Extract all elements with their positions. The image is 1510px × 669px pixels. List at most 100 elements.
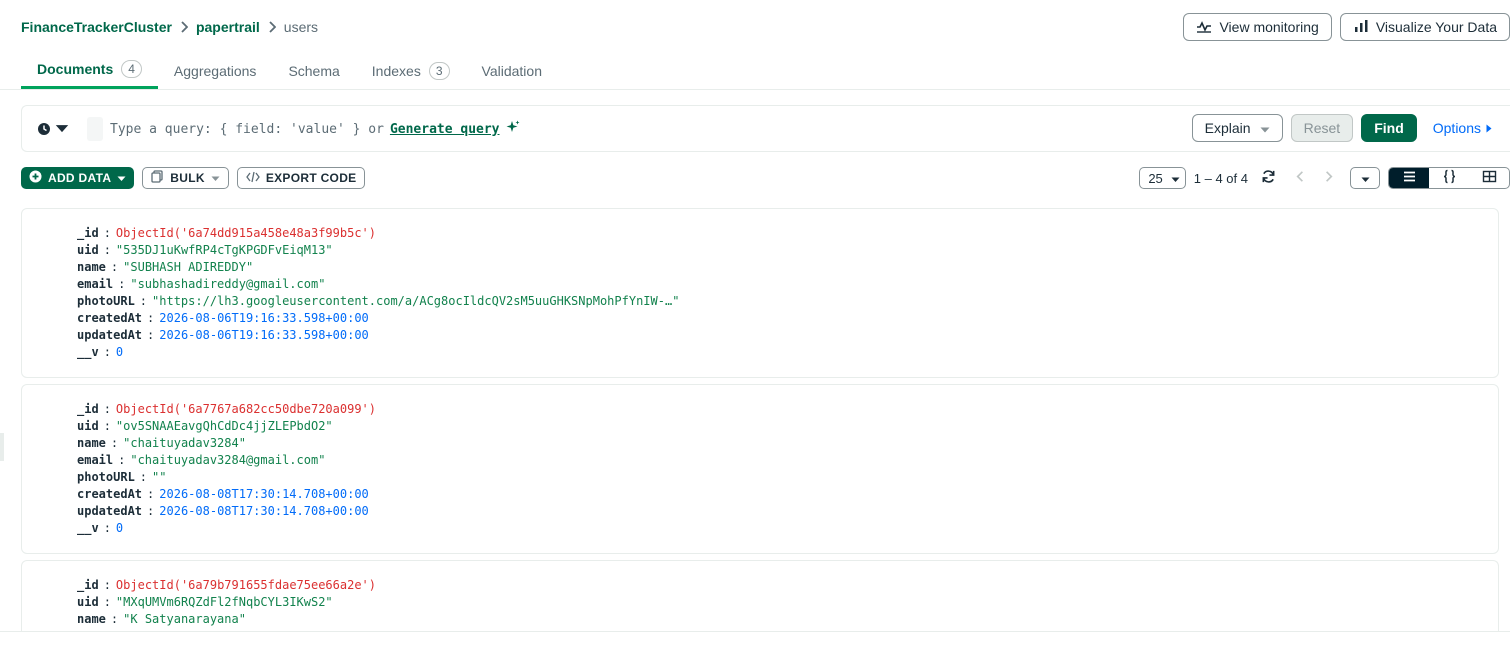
caret-down-icon (117, 171, 126, 185)
field-key: _id (77, 402, 99, 416)
view-monitoring-label: View monitoring (1219, 19, 1319, 35)
field-value: "https://lh3.googleusercontent.com/a/ACg… (152, 294, 680, 308)
document-field: uid: "MXqUMVm6RQZdFl2fNqbCYL3IKwS2" (77, 594, 1498, 611)
document-card[interactable]: _id: ObjectId('6a79b791655fdae75ee66a2e')… (21, 560, 1499, 640)
document-field: name: "K Satyanarayana" (77, 611, 1498, 628)
field-value: 0 (115, 521, 124, 535)
document-field: __v:0 (77, 520, 1498, 537)
field-separator: : (147, 504, 155, 518)
field-value: 2026-08-06T19:16:33.598+00:00 (159, 328, 369, 342)
caret-down-icon (1260, 120, 1270, 136)
next-page-button[interactable] (1314, 167, 1342, 189)
tab-documents-label: Documents (37, 61, 114, 77)
list-view-button[interactable] (1389, 168, 1429, 188)
tab-validation[interactable]: Validation (466, 52, 558, 89)
json-view-button[interactable] (1429, 168, 1469, 188)
field-key: __v (77, 345, 99, 359)
bulk-label: BULK (170, 171, 205, 185)
document-field: uid: "ov5SNAAEavgQhCdDc4jjZLEPbdO2" (77, 418, 1498, 435)
field-key: createdAt (77, 311, 143, 325)
refresh-button[interactable] (1254, 167, 1282, 189)
field-key: uid (77, 419, 99, 433)
document-field: createdAt:2026-08-06T19:16:33.598+00:00 (77, 310, 1498, 327)
document-card[interactable]: _id: ObjectId('6a7767a682cc50dbe720a099')… (21, 384, 1499, 554)
caret-down-icon (1171, 171, 1180, 186)
field-key: name (77, 436, 106, 450)
bulk-update-button[interactable]: BULK (142, 167, 229, 189)
breadcrumb-database[interactable]: papertrail (196, 19, 260, 35)
document-field: email: "subhashadireddy@gmail.com" (77, 276, 1498, 293)
field-key: photoURL (77, 470, 135, 484)
table-view-button[interactable] (1469, 168, 1509, 188)
view-options-dropdown[interactable] (1350, 167, 1380, 189)
tab-documents[interactable]: Documents 4 (21, 52, 158, 89)
field-value: "535DJ1uKwfRP4cTgKPGDFvEiqM13" (115, 243, 333, 257)
generate-query-link[interactable]: Generate query (390, 122, 500, 137)
reset-button[interactable]: Reset (1290, 114, 1354, 142)
tab-validation-label: Validation (481, 62, 542, 79)
tab-indexes-count: 3 (428, 61, 450, 80)
caret-down-icon (211, 171, 220, 185)
collection-header: FinanceTrackerCluster papertrail users V… (0, 0, 1510, 90)
tab-indexes-label: Indexes (371, 62, 421, 79)
document-field: updatedAt:2026-08-06T19:16:33.598+00:00 (77, 327, 1498, 344)
query-history-button[interactable] (37, 122, 69, 139)
add-data-button[interactable]: ADD DATA (21, 167, 135, 189)
field-value: "" (152, 470, 167, 484)
field-separator: : (103, 595, 111, 609)
chevron-right-icon (1321, 169, 1336, 187)
options-label: Options (1432, 120, 1481, 136)
bar-chart-icon (1353, 18, 1369, 37)
tab-schema[interactable]: Schema (272, 52, 355, 89)
field-separator: : (110, 612, 119, 626)
caret-down-icon (55, 122, 69, 139)
options-toggle[interactable]: Options (1433, 120, 1492, 136)
view-mode-toggle (1388, 167, 1510, 189)
chevron-left-icon (1293, 169, 1308, 187)
field-value: "ov5SNAAEavgQhCdDc4jjZLEPbdO2" (115, 419, 333, 433)
field-separator: : (118, 453, 126, 467)
document-field: _id: ObjectId('6a79b791655fdae75ee66a2e') (77, 577, 1498, 594)
document-field: name: "SUBHASH ADIREDDY" (77, 259, 1498, 276)
field-separator: : (110, 260, 119, 274)
previous-page-button[interactable] (1286, 167, 1314, 189)
field-separator: : (103, 521, 111, 535)
field-value: ObjectId('6a79b791655fdae75ee66a2e') (115, 578, 377, 592)
view-monitoring-button[interactable]: View monitoring (1183, 13, 1332, 41)
field-separator: : (103, 345, 111, 359)
sparkle-icon (506, 120, 520, 138)
document-field: __v:0 (77, 344, 1498, 361)
pagination-controls: 25 1 – 4 of 4 (1139, 166, 1510, 190)
breadcrumb-cluster[interactable]: FinanceTrackerCluster (21, 19, 172, 35)
field-key: updatedAt (77, 504, 143, 518)
add-data-label: ADD DATA (48, 171, 112, 185)
document-card[interactable]: _id: ObjectId('6a74dd915a458e48a3f99b5c')… (21, 208, 1499, 378)
visualize-data-button[interactable]: Visualize Your Data (1339, 13, 1510, 41)
stack-icon (151, 170, 164, 186)
curly-braces-icon (1442, 169, 1457, 187)
field-key: photoURL (77, 294, 135, 308)
field-value: ObjectId('6a74dd915a458e48a3f99b5c') (115, 226, 377, 240)
explain-button[interactable]: Explain (1191, 114, 1283, 142)
export-code-button[interactable]: EXPORT CODE (236, 167, 366, 189)
page-size-select[interactable]: 25 (1139, 167, 1186, 189)
page-range: 1 – 4 of 4 (1193, 170, 1248, 186)
tab-indexes[interactable]: Indexes 3 (356, 52, 466, 89)
visualize-data-label: Visualize Your Data (1375, 19, 1497, 35)
field-value: "K Satyanarayana" (123, 612, 246, 626)
field-separator: : (103, 243, 111, 257)
field-value: ObjectId('6a7767a682cc50dbe720a099') (115, 402, 377, 416)
tab-aggregations[interactable]: Aggregations (158, 52, 273, 89)
field-key: uid (77, 595, 99, 609)
field-value: "chaituyadav3284@gmail.com" (130, 453, 326, 467)
page-size-value: 25 (1148, 170, 1163, 186)
field-separator: : (118, 277, 126, 291)
document-field: _id: ObjectId('6a74dd915a458e48a3f99b5c') (77, 225, 1498, 242)
refresh-icon (1261, 169, 1276, 187)
field-separator: : (147, 328, 155, 342)
bottom-strip (0, 632, 1510, 669)
field-key: createdAt (77, 487, 143, 501)
field-value: "SUBHASH ADIREDDY" (123, 260, 254, 274)
query-input[interactable]: Type a query: { field: 'value' } or Gene… (110, 120, 520, 138)
find-button[interactable]: Find (1361, 114, 1417, 142)
